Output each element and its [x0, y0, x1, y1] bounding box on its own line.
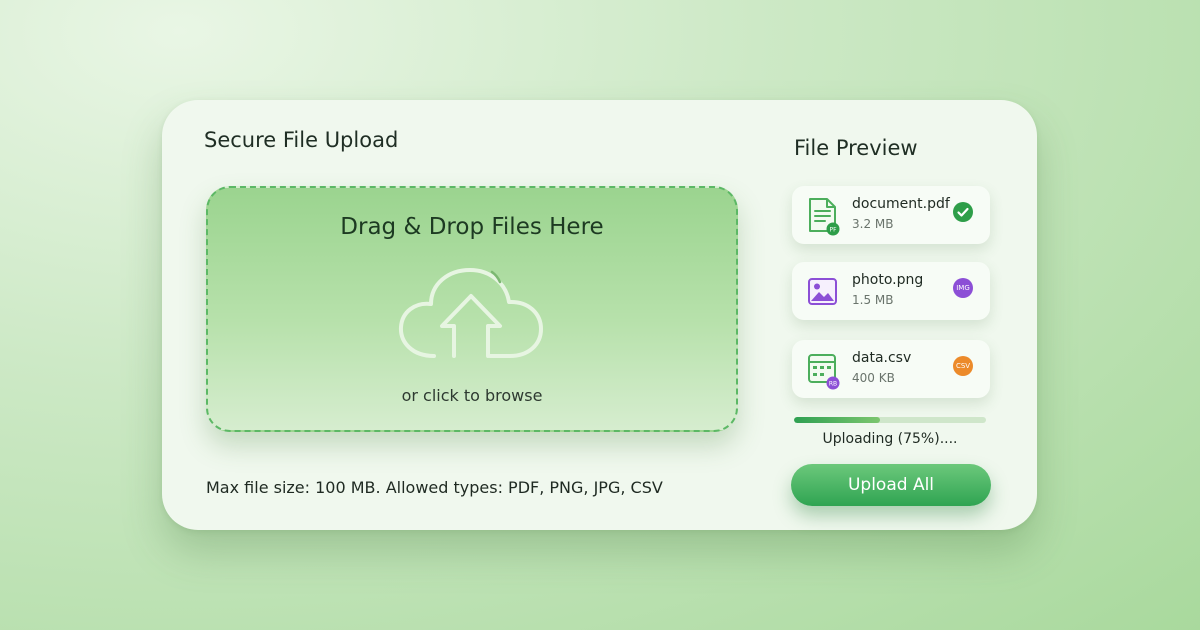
- spreadsheet-icon-tag: RB: [829, 381, 837, 388]
- image-type-badge: IMG: [953, 278, 973, 298]
- preview-title: File Preview: [794, 136, 918, 160]
- pdf-document-icon: PF: [809, 198, 840, 236]
- check-icon: [953, 202, 973, 222]
- csv-type-badge: CSV: [953, 356, 973, 376]
- pdf-icon-tag: PF: [829, 227, 837, 234]
- file-size: 400 KB: [852, 371, 895, 385]
- upload-constraints: Max file size: 100 MB. Allowed types: PD…: [206, 478, 663, 497]
- upload-progress-text: Uploading (75%)....: [822, 431, 958, 447]
- dropzone[interactable]: Drag & Drop Files Here or click to brows…: [206, 186, 738, 432]
- file-name: data.csv: [852, 350, 912, 366]
- dropzone-title: Drag & Drop Files Here: [340, 214, 604, 240]
- file-name: document.pdf: [852, 196, 950, 212]
- file-name: photo.png: [852, 272, 924, 288]
- upload-title: Secure File Upload: [204, 128, 399, 152]
- image-icon: [808, 278, 837, 305]
- browse-link[interactable]: or click to browse: [208, 386, 736, 405]
- cloud-upload-icon: [398, 268, 543, 358]
- file-size: 3.2 MB: [852, 217, 894, 231]
- upload-progress-bar: [794, 417, 986, 423]
- file-item-photo[interactable]: photo.png 1.5 MB IMG: [792, 262, 990, 320]
- upload-all-button[interactable]: Upload All: [791, 464, 991, 506]
- file-size: 1.5 MB: [852, 293, 894, 307]
- file-item-data[interactable]: RB data.csv 400 KB CSV: [792, 340, 990, 398]
- upload-progress-fill: [794, 417, 881, 423]
- spreadsheet-icon: RB: [808, 354, 840, 390]
- file-item-document[interactable]: PF document.pdf 3.2 MB: [792, 186, 990, 244]
- upload-card: Secure File Upload Drag & Drop Files Her…: [162, 100, 1037, 530]
